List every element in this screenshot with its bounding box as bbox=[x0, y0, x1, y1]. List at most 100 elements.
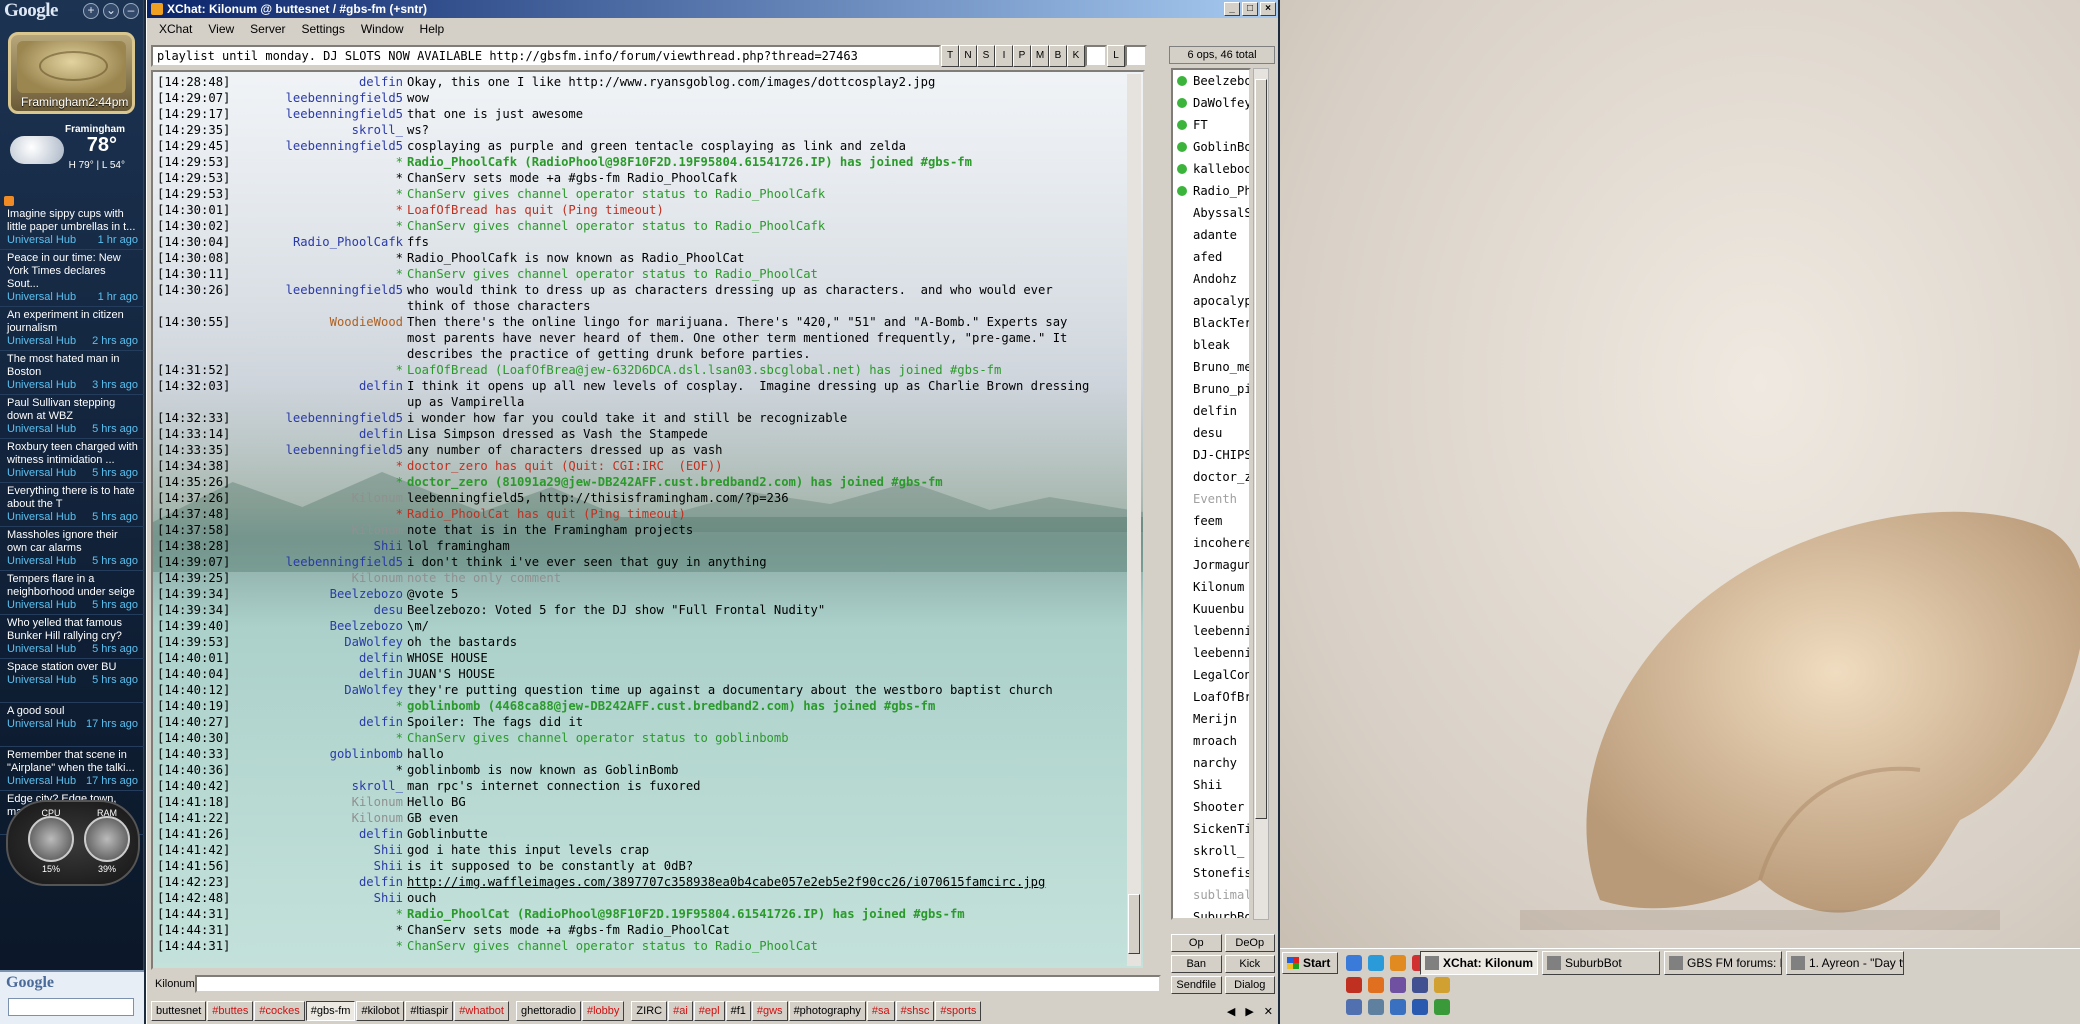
user-list-item[interactable]: skroll_ bbox=[1173, 840, 1249, 862]
close-button[interactable]: × bbox=[1260, 2, 1276, 16]
chat-scrollbar[interactable] bbox=[1127, 74, 1141, 966]
news-item[interactable]: Paul Sullivan stepping down at WBZ Univer… bbox=[0, 395, 144, 439]
nick-label[interactable]: * bbox=[239, 362, 407, 378]
user-list-item[interactable]: LoafOfBread bbox=[1173, 686, 1249, 708]
nick-label[interactable]: delfin bbox=[239, 714, 407, 730]
user-list-item[interactable]: Radio_PhoolCat bbox=[1173, 180, 1249, 202]
user-list-item[interactable]: Shooter bbox=[1173, 796, 1249, 818]
user-list-item[interactable]: SickenTide bbox=[1173, 818, 1249, 840]
mode-t-button[interactable]: T bbox=[941, 45, 959, 67]
user-list-item[interactable]: AbyssalSquid bbox=[1173, 202, 1249, 224]
quicklaunch-firefox-icon[interactable] bbox=[1390, 955, 1406, 971]
maximize-button[interactable]: □ bbox=[1242, 2, 1258, 16]
user-list-item[interactable]: feem bbox=[1173, 510, 1249, 532]
nick-label[interactable]: Beelzebozo bbox=[239, 618, 407, 634]
nick-label[interactable]: * bbox=[239, 698, 407, 714]
mode-k-button[interactable]: K bbox=[1067, 45, 1085, 67]
quicklaunch-tool-icon[interactable] bbox=[1390, 977, 1406, 993]
news-item[interactable]: Roxbury teen charged with witness intimi… bbox=[0, 439, 144, 483]
quicklaunch-x-icon[interactable] bbox=[1390, 999, 1406, 1015]
tab-gbs-fm[interactable]: #gbs-fm bbox=[305, 1001, 356, 1021]
user-list-item[interactable]: DaWolfey bbox=[1173, 92, 1249, 114]
quicklaunch-disc-icon[interactable] bbox=[1346, 999, 1362, 1015]
message-input[interactable] bbox=[195, 975, 1161, 993]
tab-kilobot[interactable]: #kilobot bbox=[356, 1001, 405, 1021]
mode-b-button[interactable]: B bbox=[1049, 45, 1067, 67]
user-list-item[interactable]: Kilonum bbox=[1173, 576, 1249, 598]
nick-label[interactable]: WoodieWood bbox=[239, 314, 407, 362]
menu-item-view[interactable]: View bbox=[200, 22, 242, 36]
nick-label[interactable]: goblinbomb bbox=[239, 746, 407, 762]
nick-label[interactable]: DaWolfey bbox=[239, 682, 407, 698]
menu-item-window[interactable]: Window bbox=[353, 22, 412, 36]
tab-photography[interactable]: #photography bbox=[788, 1001, 866, 1021]
ban-button[interactable]: Ban bbox=[1171, 955, 1222, 973]
tab-f1[interactable]: #f1 bbox=[725, 1001, 751, 1021]
quicklaunch-desktop-icon[interactable] bbox=[1368, 955, 1384, 971]
nick-label[interactable]: DaWolfey bbox=[239, 634, 407, 650]
user-list-item[interactable]: Bruno_me bbox=[1173, 356, 1249, 378]
mode-l-button[interactable]: L bbox=[1107, 45, 1125, 67]
nick-label[interactable]: leebenningfield5 bbox=[239, 138, 407, 154]
mode-key-box[interactable] bbox=[1085, 45, 1107, 67]
user-list-item[interactable]: incoherent bbox=[1173, 532, 1249, 554]
user-list-item[interactable]: FT bbox=[1173, 114, 1249, 136]
nick-label[interactable]: leebenningfield5 bbox=[239, 442, 407, 458]
nick-label[interactable]: delfin bbox=[239, 378, 407, 410]
nick-label[interactable]: Kilonum bbox=[239, 522, 407, 538]
nick-label[interactable]: delfin bbox=[239, 426, 407, 442]
news-item[interactable]: Tempers flare in a neighborhood under se… bbox=[0, 571, 144, 615]
quicklaunch-frog-icon[interactable] bbox=[1434, 999, 1450, 1015]
nick-label[interactable]: Kilonum bbox=[239, 570, 407, 586]
user-list-item[interactable]: Stonefish bbox=[1173, 862, 1249, 884]
tab-ai[interactable]: #ai bbox=[668, 1001, 693, 1021]
user-list-item[interactable]: BlackTerror bbox=[1173, 312, 1249, 334]
menu-icon[interactable]: ⌄ bbox=[103, 3, 119, 19]
kick-button[interactable]: Kick bbox=[1224, 955, 1275, 973]
nick-label[interactable]: * bbox=[239, 506, 407, 522]
nick-label[interactable]: * bbox=[239, 730, 407, 746]
tab-sa[interactable]: #sa bbox=[866, 1001, 895, 1021]
nick-label[interactable]: Kilonum bbox=[239, 810, 407, 826]
menu-item-server[interactable]: Server bbox=[242, 22, 293, 36]
nick-label[interactable]: leebenningfield5 bbox=[239, 410, 407, 426]
user-list-item[interactable]: Kuuenbu bbox=[1173, 598, 1249, 620]
start-button[interactable]: Start bbox=[1282, 952, 1338, 974]
tab-left-icon[interactable]: ◀ bbox=[1227, 1005, 1235, 1018]
quicklaunch-network-icon[interactable] bbox=[1368, 999, 1384, 1015]
user-list-item[interactable]: Andohz bbox=[1173, 268, 1249, 290]
user-list-item[interactable]: narchy bbox=[1173, 752, 1249, 774]
nick-label[interactable]: * bbox=[239, 474, 407, 490]
news-item[interactable]: Massholes ignore their own car alarms Uni… bbox=[0, 527, 144, 571]
user-list-item[interactable]: leebenningfield5 bbox=[1173, 620, 1249, 642]
quicklaunch-xchat-icon[interactable] bbox=[1368, 977, 1384, 993]
nick-label[interactable]: delfin bbox=[239, 874, 407, 890]
nick-label[interactable]: Kilonum bbox=[239, 490, 407, 506]
news-item[interactable]: Everything there is to hate about the TU… bbox=[0, 483, 144, 527]
nick-label[interactable]: Shii bbox=[239, 890, 407, 906]
user-list-item[interactable]: leebenningfield bbox=[1173, 642, 1249, 664]
nick-label[interactable]: Radio_PhoolCafk bbox=[239, 234, 407, 250]
nick-label[interactable]: * bbox=[239, 186, 407, 202]
quicklaunch-window-icon[interactable] bbox=[1412, 999, 1428, 1015]
user-list-item[interactable]: Jormagund bbox=[1173, 554, 1249, 576]
taskbar-button[interactable]: SuburbBot bbox=[1542, 951, 1660, 975]
tab-shsc[interactable]: #shsc bbox=[895, 1001, 935, 1021]
tab-lobby[interactable]: #lobby bbox=[582, 1001, 625, 1021]
minimize-sidebar-icon[interactable]: – bbox=[123, 3, 139, 19]
deop-button[interactable]: DeOp bbox=[1224, 934, 1275, 952]
nick-label[interactable]: * bbox=[239, 218, 407, 234]
tab-sports[interactable]: #sports bbox=[935, 1001, 982, 1021]
user-list-item[interactable]: Beelzebozo bbox=[1173, 70, 1249, 92]
user-list-item[interactable]: Eventh bbox=[1173, 488, 1249, 510]
nick-label[interactable]: skroll_ bbox=[239, 122, 407, 138]
tab-whatbot[interactable]: #whatbot bbox=[454, 1001, 509, 1021]
nick-label[interactable]: * bbox=[239, 922, 407, 938]
nick-label[interactable]: leebenningfield5 bbox=[239, 106, 407, 122]
quicklaunch-notes-icon[interactable] bbox=[1434, 977, 1450, 993]
news-item[interactable]: Space station over BU Universal Hub 5 hrs … bbox=[0, 659, 144, 703]
news-item[interactable]: Imagine sippy cups with little paper umb… bbox=[0, 206, 144, 250]
user-list-item[interactable]: apocalypse bbox=[1173, 290, 1249, 312]
menu-item-settings[interactable]: Settings bbox=[294, 22, 353, 36]
mode-p-button[interactable]: P bbox=[1013, 45, 1031, 67]
